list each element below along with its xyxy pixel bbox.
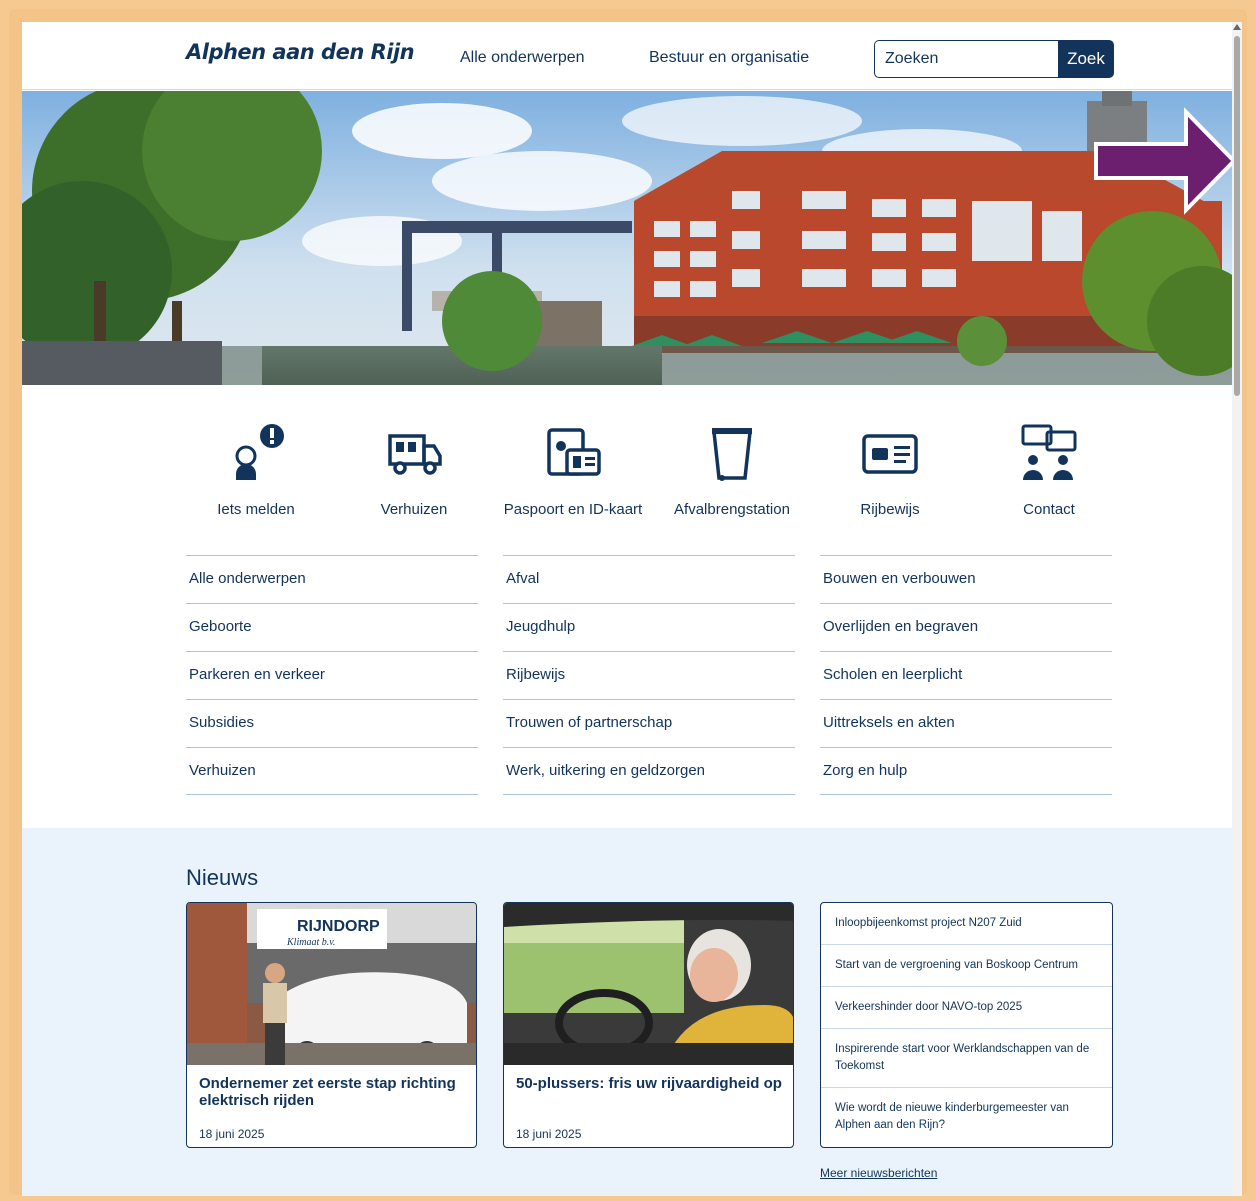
news-list-item[interactable]: Inspirerende start voor Werklandschappen… <box>821 1029 1112 1088</box>
scrollbar-thumb[interactable] <box>1234 36 1240 396</box>
more-news-link[interactable]: Meer nieuwsberichten <box>820 1166 937 1180</box>
task-label: Verhuizen <box>380 501 448 518</box>
topic-link[interactable]: Bouwen en verbouwen <box>820 555 1112 603</box>
task-iets-melden[interactable]: Iets melden <box>186 422 326 518</box>
topic-link[interactable]: Verhuizen <box>186 747 478 795</box>
news-list-item[interactable]: Verkeershinder door NAVO-top 2025 <box>821 987 1112 1029</box>
news-card-headline: Ondernemer zet eerste stap richting elek… <box>199 1075 456 1109</box>
task-label: Afvalbrengstation <box>674 501 790 518</box>
topic-link[interactable]: Afval <box>503 555 795 603</box>
topic-link[interactable]: Geboorte <box>186 603 478 651</box>
task-rijbewijs[interactable]: Rijbewijs <box>820 422 960 518</box>
quick-tasks: Iets melden Verhuizen Paspoort en ID-kaa… <box>186 422 1136 542</box>
topic-link[interactable]: Rijbewijs <box>503 651 795 699</box>
sign-subtext: Klimaat b.v. <box>286 937 335 948</box>
contact-chat-icon <box>1021 424 1077 480</box>
news-card-date: 18 juni 2025 <box>516 1127 582 1141</box>
task-paspoort[interactable]: Paspoort en ID-kaart <box>503 422 643 518</box>
news-card-image: RIJNDORP Klimaat b.v. <box>187 903 476 1065</box>
annotation-arrow-icon <box>1094 107 1232 215</box>
scroll-up-arrow-icon[interactable] <box>1233 24 1241 30</box>
topic-link[interactable]: Werk, uitkering en geldzorgen <box>503 747 795 795</box>
task-label: Iets melden <box>217 501 295 518</box>
task-label: Contact <box>1023 501 1075 518</box>
topic-link[interactable]: Parkeren en verkeer <box>186 651 478 699</box>
search-button[interactable]: Zoek <box>1058 40 1114 78</box>
vertical-scrollbar[interactable] <box>1232 22 1242 1196</box>
news-list-item[interactable]: Wie wordt de nieuwe kinderburgemeester v… <box>821 1088 1112 1146</box>
topic-link[interactable]: Overlijden en begraven <box>820 603 1112 651</box>
report-issue-icon <box>235 424 284 480</box>
task-afvalbrengstation[interactable]: Afvalbrengstation <box>662 422 802 518</box>
topic-link[interactable]: Subsidies <box>186 699 478 747</box>
moving-truck-icon <box>388 434 442 475</box>
hero-image <box>22 91 1232 385</box>
browser-viewport: Alphen aan den Rijn Alle onderwerpen Bes… <box>22 22 1232 1196</box>
nav-alle-onderwerpen[interactable]: Alle onderwerpen <box>460 49 585 67</box>
news-card-date: 18 juni 2025 <box>199 1127 265 1141</box>
news-list-item[interactable]: Start van de vergroening van Boskoop Cen… <box>821 945 1112 987</box>
news-card-headline: 50-plussers: fris uw rijvaardigheid op <box>516 1075 782 1092</box>
topic-link[interactable]: Uittreksels en akten <box>820 699 1112 747</box>
news-section: Nieuws RIJNDORP Klimaat b.v. Ondernemer … <box>22 828 1232 1196</box>
task-verhuizen[interactable]: Verhuizen <box>344 422 484 518</box>
task-label: Paspoort en ID-kaart <box>503 501 643 518</box>
passport-id-icon <box>547 428 601 476</box>
news-list-item[interactable]: Inloopbijeenkomst project N207 Zuid <box>821 903 1112 945</box>
topic-link[interactable]: Zorg en hulp <box>820 747 1112 795</box>
news-card[interactable]: 50-plussers: fris uw rijvaardigheid op 1… <box>503 902 794 1148</box>
site-logo[interactable]: Alphen aan den Rijn <box>186 30 415 74</box>
topics-column-3: Bouwen en verbouwen Overlijden en begrav… <box>820 555 1112 795</box>
task-contact[interactable]: Contact <box>979 422 1119 518</box>
nav-bestuur-en-organisatie[interactable]: Bestuur en organisatie <box>649 49 809 67</box>
news-heading: Nieuws <box>186 865 259 890</box>
news-card[interactable]: RIJNDORP Klimaat b.v. Ondernemer zet eer… <box>186 902 477 1148</box>
task-label: Rijbewijs <box>860 501 920 518</box>
topic-link[interactable]: Alle onderwerpen <box>186 555 478 603</box>
logo-text: Alphen aan den Rijn <box>186 40 415 64</box>
news-card-image <box>504 903 793 1065</box>
site-header: Alphen aan den Rijn Alle onderwerpen Bes… <box>22 22 1232 90</box>
topic-link[interactable]: Trouwen of partnerschap <box>503 699 795 747</box>
sign-text: RIJNDORP <box>297 918 380 935</box>
waste-bin-icon <box>712 428 752 481</box>
search-form: Zoek <box>874 40 1114 78</box>
topic-link[interactable]: Scholen en leerplicht <box>820 651 1112 699</box>
drivers-license-icon <box>862 434 918 474</box>
search-input[interactable] <box>874 40 1058 78</box>
topics-column-2: Afval Jeugdhulp Rijbewijs Trouwen of par… <box>503 555 795 795</box>
topics-column-1: Alle onderwerpen Geboorte Parkeren en ve… <box>186 555 478 795</box>
topic-link[interactable]: Jeugdhulp <box>503 603 795 651</box>
news-list: Inloopbijeenkomst project N207 Zuid Star… <box>820 902 1113 1148</box>
